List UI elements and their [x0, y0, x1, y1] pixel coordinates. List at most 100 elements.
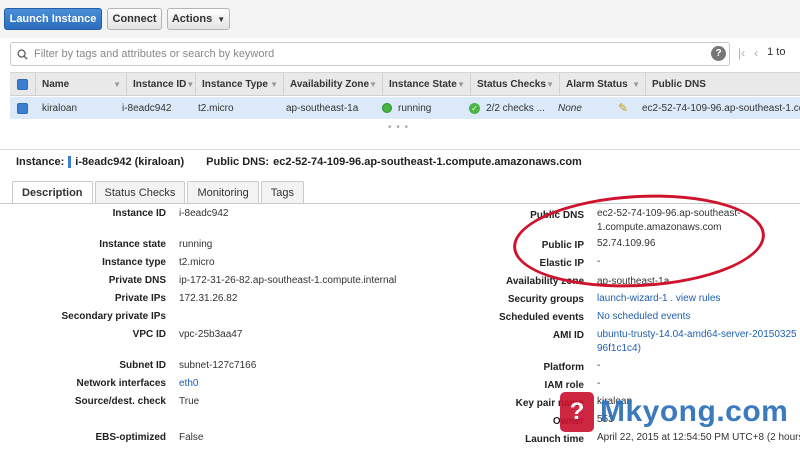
column-header-status-checks[interactable]: Status Checks ▼ [471, 73, 560, 95]
public-dns-label: Public DNS: [206, 156, 270, 168]
value-private-dns: ip-172-31-26-82.ap-southeast-1.compute.i… [179, 275, 397, 286]
label-private-ips: Private IPs [114, 293, 166, 304]
prev-page-icon[interactable]: ‹ [754, 46, 758, 60]
value-availability-zone: ap-southeast-1a [597, 276, 670, 287]
label-source-dest-check: Source/dest. check [74, 396, 166, 407]
table-row[interactable]: kiraloan i-8eadc942 t2.micro ap-southeas… [10, 97, 800, 119]
column-header-instance-id[interactable]: Instance ID ▼ [127, 73, 196, 95]
value-platform: - [597, 360, 601, 371]
row-instance-type: t2.micro [198, 102, 234, 114]
label-public-ip: Public IP [541, 240, 584, 251]
label-instance-state: Instance state [99, 239, 166, 250]
label-ami-id: AMI ID [552, 330, 584, 341]
label-public-dns: Public DNS [530, 210, 584, 221]
label-iam-role: IAM role [544, 380, 584, 391]
value-network-interfaces[interactable]: eth0 [179, 378, 198, 389]
watermark-logo-icon: ? [560, 392, 594, 432]
column-header-public-dns[interactable]: Public DNS [646, 73, 800, 95]
value-instance-id: i-8eadc942 [179, 208, 229, 219]
value-iam-role: - [597, 378, 601, 389]
pager: |‹ ‹ 1 to [738, 46, 785, 60]
sort-icon: ▼ [270, 79, 278, 89]
label-instance-type: Instance type [102, 257, 166, 268]
tab-tags[interactable]: Tags [260, 181, 305, 203]
column-header-availability-zone[interactable]: Availability Zone ▼ [284, 73, 383, 95]
value-launch-time: April 22, 2015 at 12:54:50 PM UTC+8 (2 h… [597, 432, 800, 443]
value-public-dns: ec2-52-74-109-96.ap-southeast- [597, 208, 741, 219]
toolbar: Launch Instance Connect Actions ▼ [0, 0, 800, 38]
watermark-text: Mkyong.com [600, 395, 789, 428]
value-public-ip: 52.74.109.96 [597, 238, 656, 249]
value-ami-id-line2[interactable]: 96f1c1c4) [597, 343, 641, 354]
tab-monitoring[interactable]: Monitoring [187, 181, 259, 203]
table-header: Name ▼ Instance ID ▼ Instance Type ▼ Availa… [10, 72, 800, 96]
label-vpc-id: VPC ID [132, 329, 166, 340]
detail-tabs: Description Status Checks Monitoring Tag… [12, 181, 306, 204]
label-platform: Platform [543, 362, 584, 373]
sort-icon: ▼ [369, 79, 378, 89]
alarm-bell-icon[interactable]: ✎ [618, 97, 628, 119]
row-checkbox[interactable] [17, 97, 28, 119]
sort-icon: ▼ [457, 79, 465, 89]
running-status-icon [382, 103, 392, 113]
tab-description[interactable]: Description [12, 181, 93, 204]
value-security-groups[interactable]: launch-wizard-1 . view rules [597, 293, 720, 304]
instance-header: Instance: i-8eadc942 (kiraloan) Public D… [16, 156, 582, 168]
label-ebs-optimized: EBS-optimized [95, 432, 166, 443]
tab-status-checks[interactable]: Status Checks [94, 181, 186, 203]
instance-value: i-8eadc942 (kiraloan) [75, 156, 185, 168]
row-status-checks: ✓ 2/2 checks ... [469, 97, 545, 119]
row-availability-zone: ap-southeast-1a [286, 102, 359, 114]
value-private-ips: 172.31.26.82 [179, 293, 238, 304]
check-icon: ✓ [469, 102, 480, 114]
label-secondary-private-ips: Secondary private IPs [61, 311, 167, 322]
first-page-icon[interactable]: |‹ [738, 46, 745, 60]
sort-icon: ▼ [546, 79, 554, 89]
filter-input[interactable]: Filter by tags and attributes or search … [10, 42, 730, 66]
value-instance-state: running [179, 239, 213, 250]
label-scheduled-events: Scheduled events [498, 312, 584, 323]
label-instance-id: Instance ID [112, 208, 166, 219]
label-launch-time: Launch time [525, 434, 584, 445]
value-vpc-id: vpc-25b3aa47 [179, 329, 243, 340]
value-public-dns-line2: 1.compute.amazonaws.com [597, 222, 722, 233]
help-icon[interactable]: ? [711, 46, 726, 61]
sort-icon: ▼ [113, 79, 121, 89]
instance-label: Instance: [16, 156, 65, 168]
connect-button[interactable]: Connect [107, 8, 162, 30]
row-alarm-status: None [558, 102, 582, 114]
column-header-name[interactable]: Name ▼ [36, 73, 127, 95]
drag-handle-icon[interactable]: • • • [388, 122, 409, 133]
filter-placeholder: Filter by tags and attributes or search … [34, 48, 275, 60]
filter-bar: Filter by tags and attributes or search … [10, 42, 800, 66]
column-header-alarm-status[interactable]: Alarm Status ▼ [560, 73, 646, 95]
value-source-dest-check: True [179, 396, 200, 407]
sort-icon: ▼ [632, 79, 640, 89]
watermark: ? Mkyong.com [560, 392, 788, 432]
sort-icon: ▼ [186, 79, 195, 89]
value-instance-type: t2.micro [179, 257, 215, 268]
actions-button[interactable]: Actions ▼ [167, 8, 230, 30]
column-header-instance-type[interactable]: Instance Type ▼ [196, 73, 284, 95]
pane-splitter[interactable]: • • • [0, 122, 800, 150]
select-all-checkbox[interactable] [10, 73, 36, 95]
public-dns-value: ec2-52-74-109-96.ap-southeast-1.compute.… [273, 156, 582, 168]
value-ami-id[interactable]: ubuntu-trusty-14.04-amd64-server-2015032… [597, 329, 800, 340]
label-security-groups: Security groups [507, 294, 584, 305]
label-private-dns: Private DNS [108, 275, 166, 286]
value-elastic-ip: - [597, 256, 601, 267]
value-subnet-id: subnet-127c7166 [179, 360, 257, 371]
launch-instance-button[interactable]: Launch Instance [4, 8, 102, 30]
instance-color-bar [68, 156, 72, 168]
row-name: kiraloan [42, 102, 78, 114]
label-subnet-id: Subnet ID [119, 360, 166, 371]
row-public-dns: ec2-52-74-109-96.ap-southeast-1.co [642, 102, 800, 114]
pager-count: 1 to [767, 46, 786, 58]
column-header-instance-state[interactable]: Instance State ▼ [383, 73, 471, 95]
label-network-interfaces: Network interfaces [76, 378, 166, 389]
value-scheduled-events[interactable]: No scheduled events [597, 311, 690, 322]
chevron-down-icon: ▼ [217, 14, 226, 24]
actions-label: Actions [171, 13, 213, 25]
value-ebs-optimized: False [179, 432, 204, 443]
row-instance-id: i-8eadc942 [122, 102, 172, 114]
